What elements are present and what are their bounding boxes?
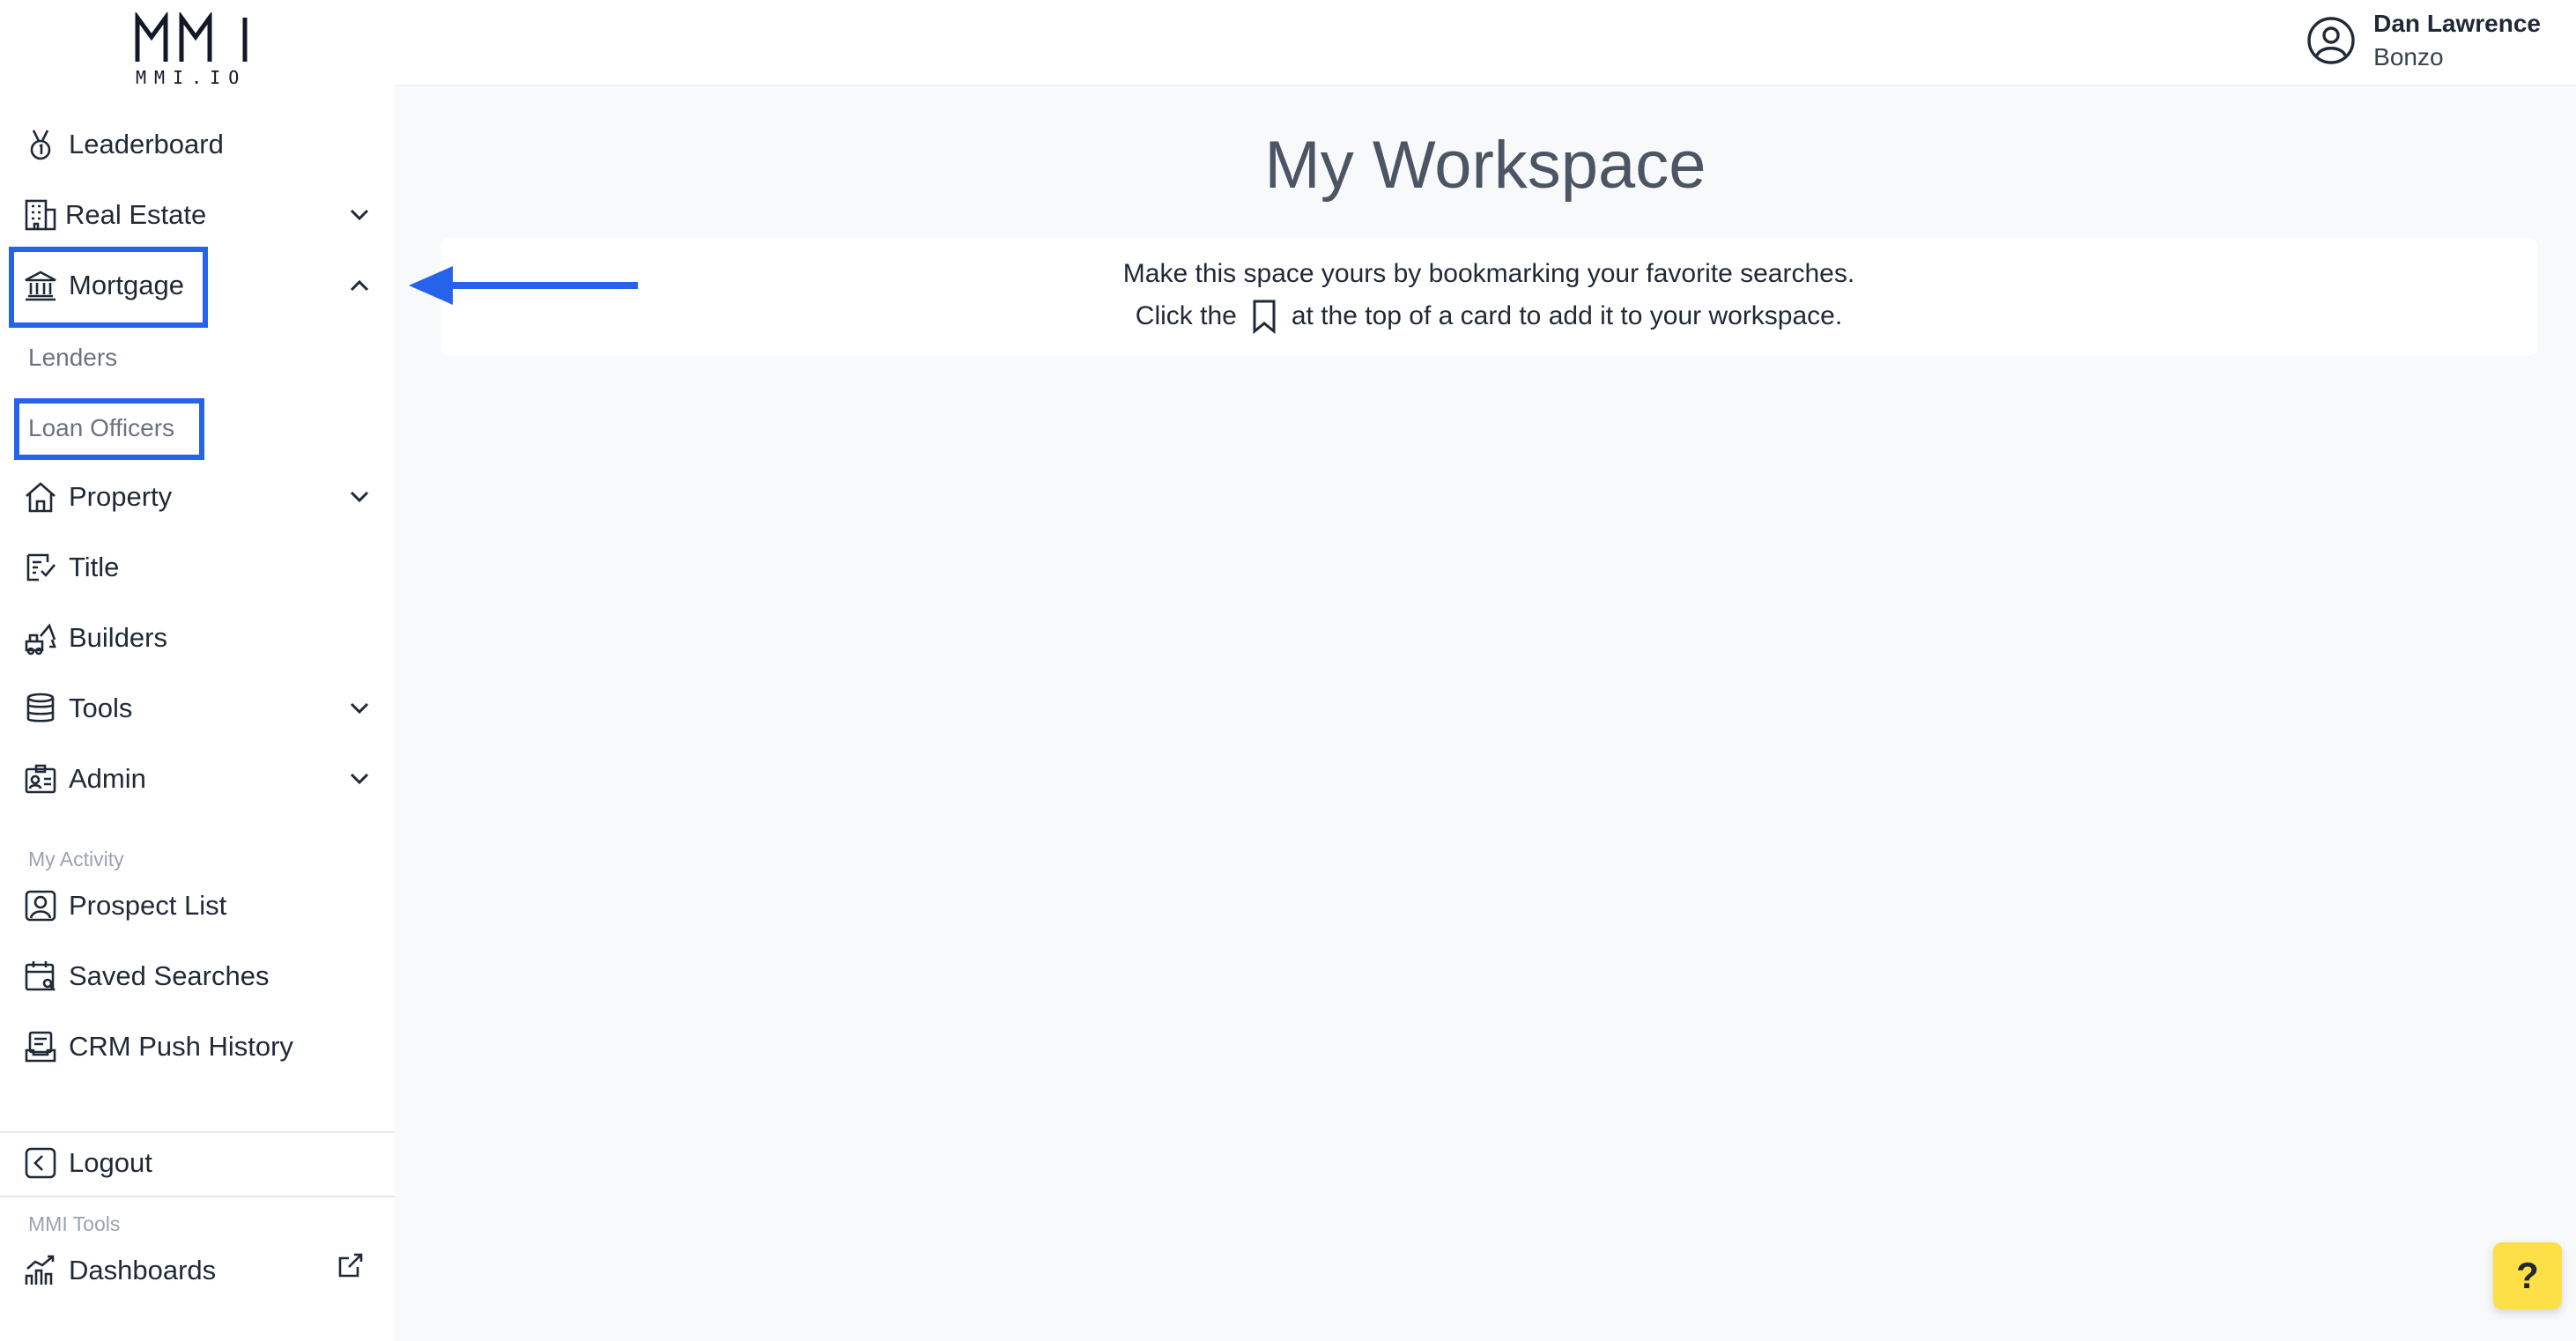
workspace-empty-card: Make this space yours by bookmarking you… [440, 238, 2537, 356]
divider [0, 1131, 395, 1133]
sidebar-item-label: CRM Push History [69, 1031, 293, 1062]
bookmark-icon [1253, 300, 1276, 335]
page-title: My Workspace [1264, 128, 1706, 203]
chevron-down-icon[interactable] [345, 765, 374, 793]
sidebar-item-label: Leaderboard [69, 129, 224, 159]
section-label-my-activity: My Activity [28, 848, 124, 871]
card-message-before: Click the [1135, 301, 1237, 330]
sidebar-item-label: Saved Searches [69, 960, 270, 991]
sidebar-item-leaderboard[interactable]: Leaderboard [21, 120, 374, 169]
sidebar: MMI.IO Leaderboard Real Estate Mortgage … [0, 0, 395, 1341]
sidebar-item-label: Prospect List [69, 890, 227, 921]
sidebar-subitem-loan-officers[interactable]: Loan Officers [28, 414, 174, 442]
sidebar-item-admin[interactable]: Admin [21, 754, 374, 804]
user-square-icon [21, 886, 60, 925]
sidebar-item-mortgage[interactable]: Mortgage [21, 261, 374, 310]
sidebar-item-saved-searches[interactable]: Saved Searches [21, 952, 374, 1001]
annotation-arrow [409, 266, 638, 305]
sidebar-item-label: Mortgage [69, 270, 184, 300]
sidebar-item-property[interactable]: Property [21, 472, 374, 522]
sidebar-item-label: Admin [69, 763, 146, 794]
crane-icon [21, 619, 60, 657]
building-icon [21, 196, 60, 234]
top-bar: Dan Lawrence Bonzo [395, 0, 2576, 86]
user-org: Bonzo [2373, 43, 2444, 70]
bank-icon [21, 266, 60, 305]
sidebar-item-label: Builders [69, 622, 167, 653]
sidebar-item-real-estate[interactable]: Real Estate [21, 190, 374, 240]
database-icon [21, 689, 60, 728]
external-link-icon[interactable] [337, 1251, 365, 1279]
sidebar-item-builders[interactable]: Builders [21, 613, 374, 663]
user-name: Dan Lawrence [2373, 10, 2541, 37]
chevron-left-icon [21, 1144, 60, 1182]
chevron-down-icon[interactable] [345, 483, 374, 511]
id-card-icon [21, 759, 60, 798]
user-menu[interactable]: Dan Lawrence Bonzo [2305, 4, 2541, 78]
user-circle-icon [2307, 17, 2355, 64]
sidebar-item-crm-push-history[interactable]: CRM Push History [21, 1022, 374, 1071]
logout-button[interactable]: Logout [21, 1138, 374, 1188]
chevron-down-icon[interactable] [345, 694, 374, 722]
chevron-up-icon[interactable] [345, 271, 374, 300]
logo-text: MMI.IO [136, 67, 248, 88]
medal-icon [21, 125, 60, 164]
title-icon [21, 548, 60, 587]
chart-icon [21, 1251, 60, 1290]
sidebar-item-label: Tools [69, 693, 133, 723]
chevron-down-icon[interactable] [345, 201, 374, 229]
card-message-line2: Click the at the top of a card to add it… [440, 298, 2537, 335]
sidebar-item-tools[interactable]: Tools [21, 684, 374, 733]
help-button[interactable]: ? [2493, 1242, 2562, 1309]
inbox-icon [21, 1027, 60, 1066]
sidebar-item-label: Dashboards [69, 1255, 217, 1285]
sidebar-item-label: Real Estate [65, 199, 207, 230]
logout-label: Logout [69, 1147, 152, 1178]
card-message-line1: Make this space yours by bookmarking you… [1122, 259, 1855, 288]
sidebar-item-prospect-list[interactable]: Prospect List [21, 881, 374, 930]
divider [0, 1196, 395, 1197]
house-icon [21, 478, 60, 516]
calendar-search-icon [21, 957, 60, 996]
sidebar-item-label: Title [69, 552, 120, 582]
sidebar-subitem-lenders[interactable]: Lenders [28, 344, 117, 372]
sidebar-item-label: Property [69, 481, 173, 512]
sidebar-item-title[interactable]: Title [21, 543, 374, 592]
section-label-mmi-tools: MMI Tools [28, 1212, 121, 1235]
card-message-after: at the top of a card to add it to your w… [1291, 301, 1843, 330]
sidebar-item-dashboards[interactable]: Dashboards [21, 1246, 374, 1295]
